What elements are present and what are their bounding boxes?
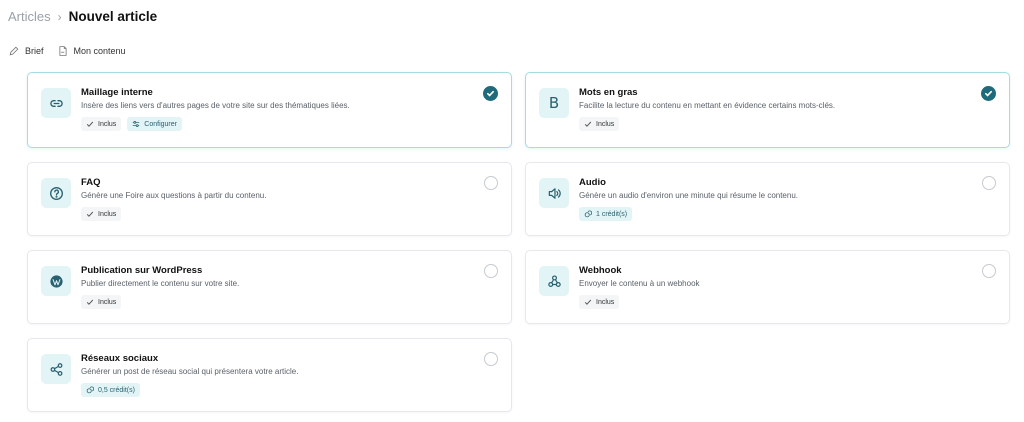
- option-card-audio[interactable]: Audio Génère un audio d'environ une minu…: [525, 162, 1010, 236]
- select-radio[interactable]: [484, 176, 498, 190]
- option-card-maillage[interactable]: Maillage interne Insère des liens vers d…: [27, 72, 512, 148]
- option-title: Maillage interne: [81, 87, 153, 98]
- included-badge-label: Inclus: [98, 120, 117, 128]
- breadcrumb: Articles › Nouvel article: [8, 9, 157, 24]
- included-badge-label: Inclus: [98, 210, 117, 218]
- included-badge-label: Inclus: [596, 120, 615, 128]
- option-card-faq[interactable]: FAQ Génère une Foire aux questions à par…: [27, 162, 512, 236]
- selected-check-icon[interactable]: [981, 86, 996, 101]
- option-title: Réseaux sociaux: [81, 353, 159, 364]
- included-badge: Inclus: [81, 207, 122, 221]
- breadcrumb-separator: ›: [57, 9, 62, 24]
- select-radio[interactable]: [982, 176, 996, 190]
- sliders-icon: [133, 121, 140, 127]
- credit-badge: 1 crédit(s): [579, 207, 633, 221]
- option-description: Publier directement le contenu sur votre…: [81, 279, 240, 288]
- included-badge: Inclus: [579, 295, 620, 309]
- share-icon: [41, 354, 71, 384]
- included-badge: Inclus: [81, 295, 122, 309]
- check-icon: [86, 211, 94, 217]
- option-title: FAQ: [81, 177, 101, 188]
- check-icon: [584, 299, 592, 305]
- option-card-webhook[interactable]: Webhook Envoyer le contenu à un webhook …: [525, 250, 1010, 324]
- bold-glyph: B: [548, 94, 560, 112]
- brief-tab-label: Brief: [25, 46, 44, 56]
- selected-check-icon[interactable]: [483, 86, 498, 101]
- option-title: Publication sur WordPress: [81, 265, 203, 276]
- pencil-icon: [9, 46, 19, 56]
- included-badge: Inclus: [579, 117, 620, 131]
- option-description: Envoyer le contenu à un webhook: [579, 279, 700, 288]
- option-card-wordpress[interactable]: Publication sur WordPress Publier direct…: [27, 250, 512, 324]
- included-badge: Inclus: [81, 117, 122, 131]
- check-icon: [584, 121, 592, 127]
- option-title: Audio: [579, 177, 606, 188]
- page-title: Nouvel article: [68, 9, 158, 24]
- option-description: Génère une Foire aux questions à partir …: [81, 191, 267, 200]
- select-radio[interactable]: [982, 264, 996, 278]
- speaker-icon: [539, 178, 569, 208]
- select-radio[interactable]: [484, 264, 498, 278]
- option-title: Mots en gras: [579, 87, 638, 98]
- option-card-mots-en-gras[interactable]: B Mots en gras Facilite la lecture du co…: [525, 72, 1010, 148]
- credit-badge-label: 0,5 crédit(s): [98, 386, 135, 394]
- option-description: Générer un post de réseau social qui pré…: [81, 367, 299, 376]
- content-tab[interactable]: Mon contenu: [58, 46, 126, 56]
- link-icon: [41, 88, 71, 118]
- breadcrumb-articles-link[interactable]: Articles: [8, 9, 51, 24]
- credit-badge: 0,5 crédit(s): [81, 383, 140, 397]
- content-tab-label: Mon contenu: [73, 46, 126, 56]
- bold-icon: B: [539, 88, 569, 118]
- option-title: Webhook: [579, 265, 622, 276]
- webhook-icon: [539, 266, 569, 296]
- check-icon: [86, 299, 94, 305]
- included-badge-label: Inclus: [596, 298, 615, 306]
- option-description: Insère des liens vers d'autres pages de …: [81, 101, 350, 110]
- credit-badge-label: 1 crédit(s): [596, 210, 628, 218]
- option-description: Facilite la lecture du contenu en mettan…: [579, 101, 836, 110]
- configure-button[interactable]: Configurer: [127, 117, 182, 131]
- check-icon: [86, 121, 94, 127]
- coins-icon: [584, 210, 592, 218]
- included-badge-label: Inclus: [98, 298, 117, 306]
- option-description: Génère un audio d'environ une minute qui…: [579, 191, 799, 200]
- select-radio[interactable]: [484, 352, 498, 366]
- wordpress-icon: [41, 266, 71, 296]
- document-icon: [58, 46, 67, 56]
- option-card-reseaux-sociaux[interactable]: Réseaux sociaux Générer un post de résea…: [27, 338, 512, 412]
- coins-icon: [86, 386, 94, 394]
- configure-button-label: Configurer: [144, 120, 177, 128]
- subnav: Brief Mon contenu: [9, 46, 140, 56]
- brief-tab[interactable]: Brief: [9, 46, 44, 56]
- question-icon: [41, 178, 71, 208]
